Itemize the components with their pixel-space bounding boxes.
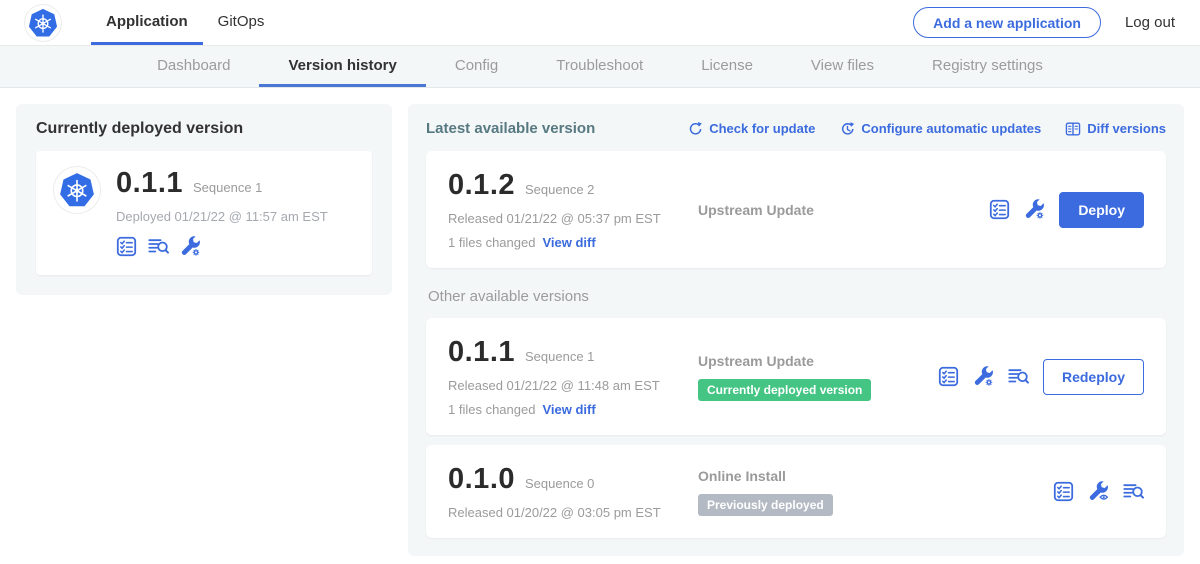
files-changed-label: 1 files changed bbox=[448, 235, 535, 250]
preflight-checks-icon[interactable] bbox=[1053, 481, 1074, 502]
previously-deployed-badge: Previously deployed bbox=[698, 494, 833, 516]
version-number: 0.1.2 bbox=[448, 169, 515, 202]
release-notes-icon[interactable] bbox=[1123, 481, 1144, 502]
edit-config-icon[interactable] bbox=[1024, 199, 1045, 220]
sequence-label: Sequence 0 bbox=[525, 476, 594, 491]
subnav-view-files[interactable]: View files bbox=[782, 46, 903, 87]
subnav-troubleshoot[interactable]: Troubleshoot bbox=[527, 46, 672, 87]
version-actions: Check for update Configure automatic upd… bbox=[687, 121, 1166, 137]
version-card-0-1-0: 0.1.0 Sequence 0 Released 01/20/22 @ 03:… bbox=[426, 445, 1166, 538]
edit-config-icon[interactable] bbox=[180, 236, 201, 257]
available-versions-panel: Latest available version Check for updat… bbox=[408, 104, 1184, 556]
deployed-sequence-label: Sequence 1 bbox=[193, 180, 262, 195]
subnav-dashboard[interactable]: Dashboard bbox=[128, 46, 259, 87]
currently-deployed-badge: Currently deployed version bbox=[698, 379, 871, 401]
refresh-icon bbox=[687, 121, 703, 137]
check-for-update-label: Check for update bbox=[709, 121, 815, 136]
currently-deployed-panel: Currently deployed version 0.1.1 Sequenc… bbox=[16, 104, 392, 295]
check-for-update-link[interactable]: Check for update bbox=[687, 121, 815, 137]
app-subnav: Dashboard Version history Config Trouble… bbox=[0, 46, 1200, 88]
sequence-label: Sequence 2 bbox=[525, 182, 594, 197]
version-number: 0.1.0 bbox=[448, 463, 515, 496]
release-notes-icon[interactable] bbox=[1008, 366, 1029, 387]
app-kubernetes-logo-icon bbox=[54, 167, 100, 213]
version-source: Upstream Update bbox=[698, 353, 938, 369]
deployed-version-number: 0.1.1 bbox=[116, 167, 183, 200]
topbar-right: Add a new application Log out bbox=[913, 0, 1175, 45]
subnav-version-history[interactable]: Version history bbox=[259, 46, 425, 87]
kubernetes-logo-icon bbox=[25, 5, 61, 41]
subnav-license[interactable]: License bbox=[672, 46, 782, 87]
preflight-checks-icon[interactable] bbox=[938, 366, 959, 387]
main-content: Currently deployed version 0.1.1 Sequenc… bbox=[0, 88, 1200, 564]
deployed-version-card: 0.1.1 Sequence 1 Deployed 01/21/22 @ 11:… bbox=[36, 151, 372, 275]
preflight-checks-icon[interactable] bbox=[116, 236, 137, 257]
version-source: Online Install bbox=[698, 468, 1053, 484]
subnav-registry-settings[interactable]: Registry settings bbox=[903, 46, 1072, 87]
top-tabs: Application GitOps bbox=[91, 0, 279, 45]
other-versions-title: Other available versions bbox=[428, 288, 1164, 305]
currently-deployed-title: Currently deployed version bbox=[36, 120, 372, 138]
version-card-0-1-2: 0.1.2 Sequence 2 Released 01/21/22 @ 05:… bbox=[426, 151, 1166, 268]
diff-versions-icon bbox=[1065, 121, 1081, 137]
view-diff-link[interactable]: View diff bbox=[542, 235, 595, 250]
released-timestamp: Released 01/21/22 @ 11:48 am EST bbox=[448, 378, 698, 393]
deploy-button[interactable]: Deploy bbox=[1059, 192, 1144, 228]
redeploy-button[interactable]: Redeploy bbox=[1043, 359, 1144, 395]
configure-automatic-updates-label: Configure automatic updates bbox=[861, 121, 1041, 136]
edit-config-icon[interactable] bbox=[973, 366, 994, 387]
version-source: Upstream Update bbox=[698, 202, 989, 218]
clock-refresh-icon bbox=[839, 121, 855, 137]
deployed-timestamp: Deployed 01/21/22 @ 11:57 am EST bbox=[116, 209, 328, 224]
sequence-label: Sequence 1 bbox=[525, 349, 594, 364]
add-application-button[interactable]: Add a new application bbox=[913, 7, 1101, 38]
tab-gitops[interactable]: GitOps bbox=[203, 0, 280, 45]
preflight-checks-icon[interactable] bbox=[989, 199, 1010, 220]
subnav-config[interactable]: Config bbox=[426, 46, 527, 87]
tab-application[interactable]: Application bbox=[91, 0, 203, 45]
diff-versions-link[interactable]: Diff versions bbox=[1065, 121, 1166, 137]
diff-versions-label: Diff versions bbox=[1087, 121, 1166, 136]
logout-button[interactable]: Log out bbox=[1125, 14, 1175, 31]
top-bar: Application GitOps Add a new application… bbox=[0, 0, 1200, 46]
released-timestamp: Released 01/20/22 @ 03:05 pm EST bbox=[448, 505, 698, 520]
files-changed-label: 1 files changed bbox=[448, 402, 535, 417]
version-number: 0.1.1 bbox=[448, 336, 515, 369]
latest-available-title: Latest available version bbox=[426, 120, 595, 137]
view-diff-link[interactable]: View diff bbox=[542, 402, 595, 417]
released-timestamp: Released 01/21/22 @ 05:37 pm EST bbox=[448, 211, 698, 226]
view-config-icon[interactable] bbox=[1088, 481, 1109, 502]
configure-automatic-updates-link[interactable]: Configure automatic updates bbox=[839, 121, 1041, 137]
release-notes-icon[interactable] bbox=[148, 236, 169, 257]
version-card-0-1-1: 0.1.1 Sequence 1 Released 01/21/22 @ 11:… bbox=[426, 318, 1166, 435]
